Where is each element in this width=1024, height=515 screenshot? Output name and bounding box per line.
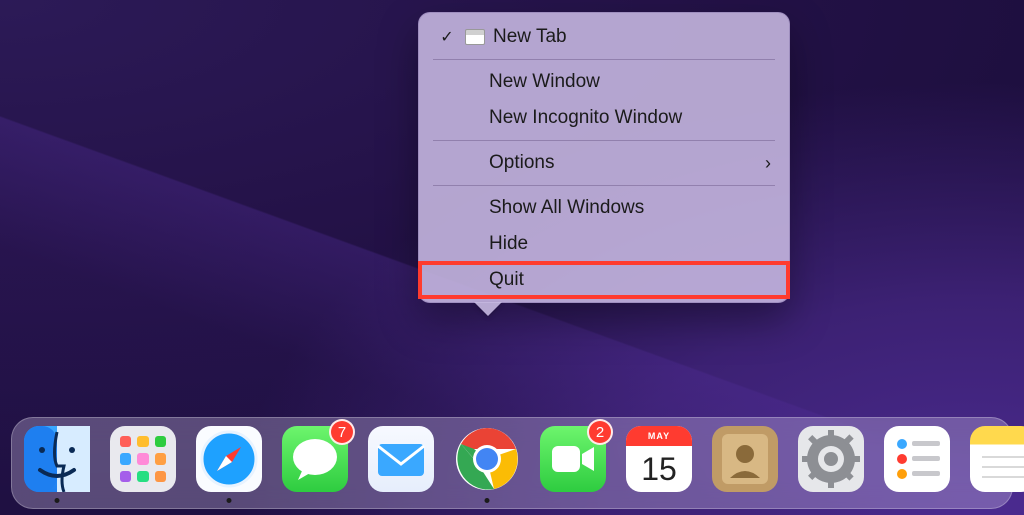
notes-icon xyxy=(970,426,1024,492)
menu-separator xyxy=(433,59,775,60)
dock-app-calendar[interactable]: MAY 15 xyxy=(626,426,692,492)
gear-icon xyxy=(798,426,864,492)
dock-app-reminders[interactable] xyxy=(884,426,950,492)
dock-app-notes[interactable] xyxy=(970,426,1024,492)
menu-item-show-all-windows[interactable]: Show All Windows xyxy=(419,190,789,226)
menu-item-new-tab[interactable]: ✓ New Tab xyxy=(419,19,789,55)
dock-app-chrome[interactable] xyxy=(454,426,520,492)
running-indicator xyxy=(485,498,490,503)
notification-badge: 2 xyxy=(587,419,613,445)
menu-item-hide[interactable]: Hide xyxy=(419,226,789,262)
dock-app-system-settings[interactable] xyxy=(798,426,864,492)
checkmark-icon: ✓ xyxy=(437,27,457,47)
dock-app-facetime[interactable]: 2 xyxy=(540,426,606,492)
menu-separator xyxy=(433,140,775,141)
menu-label: Options xyxy=(437,152,757,174)
dock-app-contacts[interactable] xyxy=(712,426,778,492)
dock: 7 xyxy=(11,417,1013,509)
chrome-icon xyxy=(454,426,520,492)
menu-label: Hide xyxy=(437,233,771,255)
menu-item-options[interactable]: Options › xyxy=(419,145,789,181)
dock-app-launchpad[interactable] xyxy=(110,426,176,492)
safari-icon xyxy=(196,426,262,492)
dock-app-safari[interactable] xyxy=(196,426,262,492)
calendar-day: 15 xyxy=(626,446,692,492)
dock-app-messages[interactable]: 7 xyxy=(282,426,348,492)
dock-app-finder[interactable] xyxy=(24,426,90,492)
menu-label: New Incognito Window xyxy=(437,107,771,129)
desktop-wallpaper: ✓ New Tab New Window New Incognito Windo… xyxy=(0,0,1024,515)
menu-item-new-incognito-window[interactable]: New Incognito Window xyxy=(419,100,789,136)
menu-item-quit[interactable]: Quit xyxy=(419,262,789,298)
launchpad-icon xyxy=(110,426,176,492)
dock-app-mail[interactable] xyxy=(368,426,434,492)
menu-label: Show All Windows xyxy=(437,197,771,219)
running-indicator xyxy=(55,498,60,503)
window-icon xyxy=(465,29,485,45)
running-indicator xyxy=(227,498,232,503)
menu-item-new-window[interactable]: New Window xyxy=(419,64,789,100)
chevron-right-icon: › xyxy=(765,153,771,174)
notification-badge: 7 xyxy=(329,419,355,445)
calendar-month-bar: MAY xyxy=(626,426,692,446)
contacts-icon xyxy=(712,426,778,492)
menu-label: New Tab xyxy=(493,26,771,48)
finder-icon xyxy=(24,426,90,492)
menu-label: New Window xyxy=(437,71,771,93)
mail-icon xyxy=(368,426,434,492)
calendar-month: MAY xyxy=(648,431,670,441)
dock-context-menu: ✓ New Tab New Window New Incognito Windo… xyxy=(418,12,790,303)
menu-separator xyxy=(433,185,775,186)
reminders-icon xyxy=(884,426,950,492)
menu-label: Quit xyxy=(437,269,771,291)
